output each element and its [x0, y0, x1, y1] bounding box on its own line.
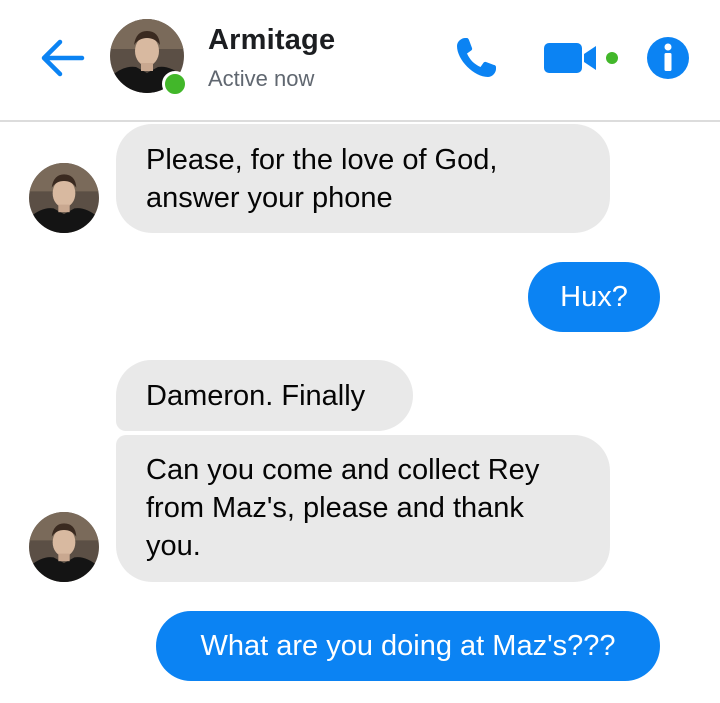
- message-line: answer your phone: [146, 182, 393, 214]
- message-line: What are you doing at Maz's???: [200, 630, 616, 662]
- message-bubble-received[interactable]: Please, for the love of God, answer your…: [116, 124, 610, 233]
- message-line: Hux?: [560, 281, 628, 313]
- message-line: Can you come and collect Rey: [146, 454, 540, 486]
- info-icon: [647, 37, 689, 79]
- message-bubble-sent[interactable]: Hux?: [528, 262, 660, 332]
- message-bubble-received[interactable]: Dameron. Finally: [116, 360, 413, 431]
- message-line: from Maz's, please and thank: [146, 492, 524, 524]
- video-call-button[interactable]: [544, 40, 624, 76]
- contact-status: Active now: [208, 66, 315, 91]
- voice-call-button[interactable]: [452, 34, 500, 82]
- back-arrow-icon: [41, 39, 85, 77]
- online-status-indicator: [162, 71, 188, 97]
- contact-message-avatar[interactable]: [29, 512, 99, 582]
- contact-name[interactable]: Armitage: [208, 24, 335, 57]
- phone-icon: [457, 38, 496, 77]
- chat-screen: Armitage Active now Please, for the love…: [0, 0, 720, 703]
- message-line: Please, for the love of God,: [146, 144, 498, 176]
- message-line: you.: [146, 530, 201, 562]
- contact-avatar[interactable]: [110, 19, 188, 97]
- chat-header: Armitage Active now: [0, 0, 720, 122]
- message-line: Dameron. Finally: [146, 380, 366, 412]
- back-button[interactable]: [38, 36, 86, 80]
- info-button[interactable]: [646, 36, 690, 80]
- contact-message-avatar[interactable]: [29, 163, 99, 233]
- message-bubble-sent[interactable]: What are you doing at Maz's???: [156, 611, 660, 681]
- message-bubble-received[interactable]: Can you come and collect Rey from Maz's,…: [116, 435, 610, 582]
- video-camera-icon: [544, 43, 618, 73]
